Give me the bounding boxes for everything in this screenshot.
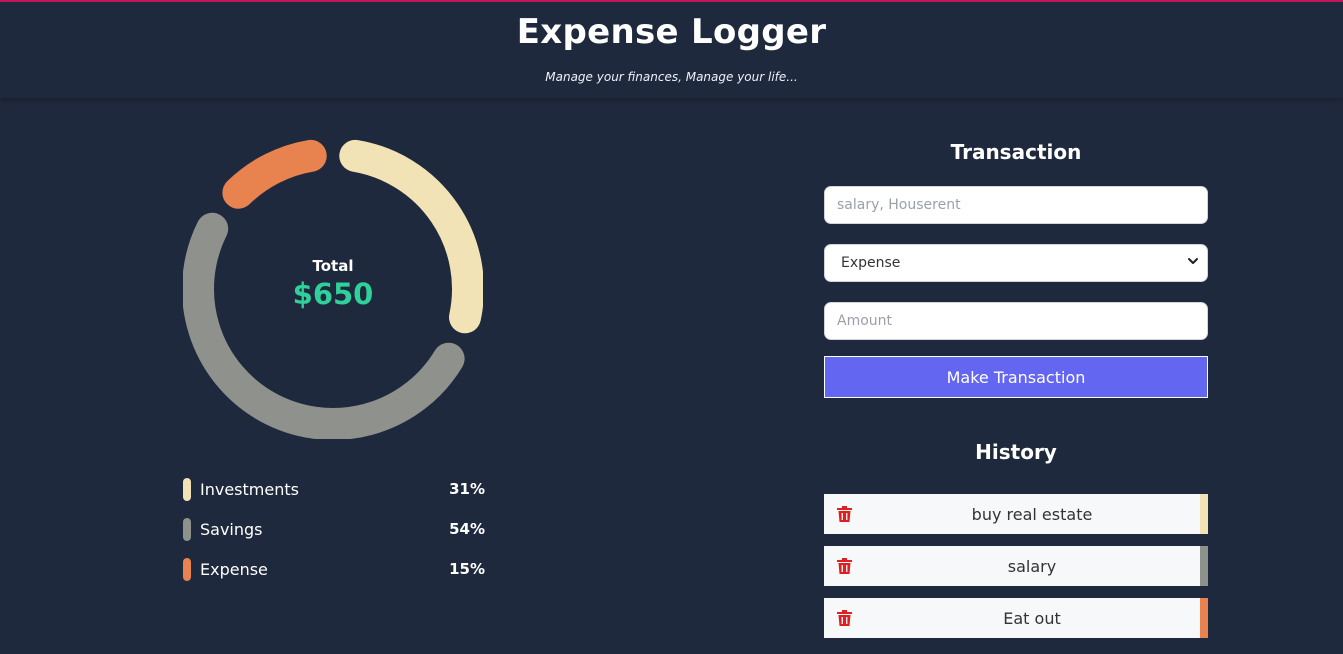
history-item-color-bar: [1200, 598, 1208, 638]
trash-icon[interactable]: [824, 546, 864, 586]
history-item: salary: [824, 546, 1208, 586]
legend-label: Expense: [200, 560, 268, 579]
total-value: $650: [292, 277, 374, 311]
history-item: buy real estate: [824, 494, 1208, 534]
transaction-title: Transaction: [950, 140, 1082, 164]
type-select[interactable]: Expense: [824, 244, 1208, 282]
description-input[interactable]: [824, 186, 1208, 224]
expense-donut-chart: Total $650: [183, 139, 483, 439]
legend-swatch-savings: [183, 518, 191, 541]
app-header: Expense Logger Manage your finances, Man…: [0, 2, 1343, 98]
history-title: History: [975, 440, 1057, 464]
legend-label: Investments: [200, 480, 299, 499]
legend-swatch-investments: [183, 478, 191, 501]
trash-icon[interactable]: [824, 598, 864, 638]
total-label: Total: [312, 257, 354, 275]
history-item-color-bar: [1200, 494, 1208, 534]
legend-item-savings: Savings 54%: [183, 518, 485, 558]
legend-swatch-expense: [183, 558, 191, 581]
history-item: Eat out: [824, 598, 1208, 638]
amount-input[interactable]: [824, 302, 1208, 340]
type-select-value: Expense: [841, 255, 901, 271]
legend-percent: 31%: [449, 480, 485, 498]
trash-icon[interactable]: [824, 494, 864, 534]
make-transaction-button[interactable]: Make Transaction: [824, 356, 1208, 398]
legend-item-expense: Expense 15%: [183, 558, 485, 598]
history-item-label: Eat out: [1003, 608, 1061, 628]
history-item-label: buy real estate: [971, 504, 1093, 524]
legend-label: Savings: [200, 520, 263, 539]
chevron-down-icon: [1187, 255, 1199, 271]
app-subtitle: Manage your finances, Manage your life..…: [545, 70, 798, 84]
legend-percent: 54%: [449, 520, 485, 538]
app-title: Expense Logger: [516, 12, 827, 52]
donut-slice-expense: [222, 139, 327, 209]
history-item-label: salary: [1007, 556, 1057, 576]
history-item-color-bar: [1200, 546, 1208, 586]
donut-center: Total $650: [183, 257, 483, 311]
legend-item-investments: Investments 31%: [183, 478, 485, 518]
legend-percent: 15%: [449, 560, 485, 578]
